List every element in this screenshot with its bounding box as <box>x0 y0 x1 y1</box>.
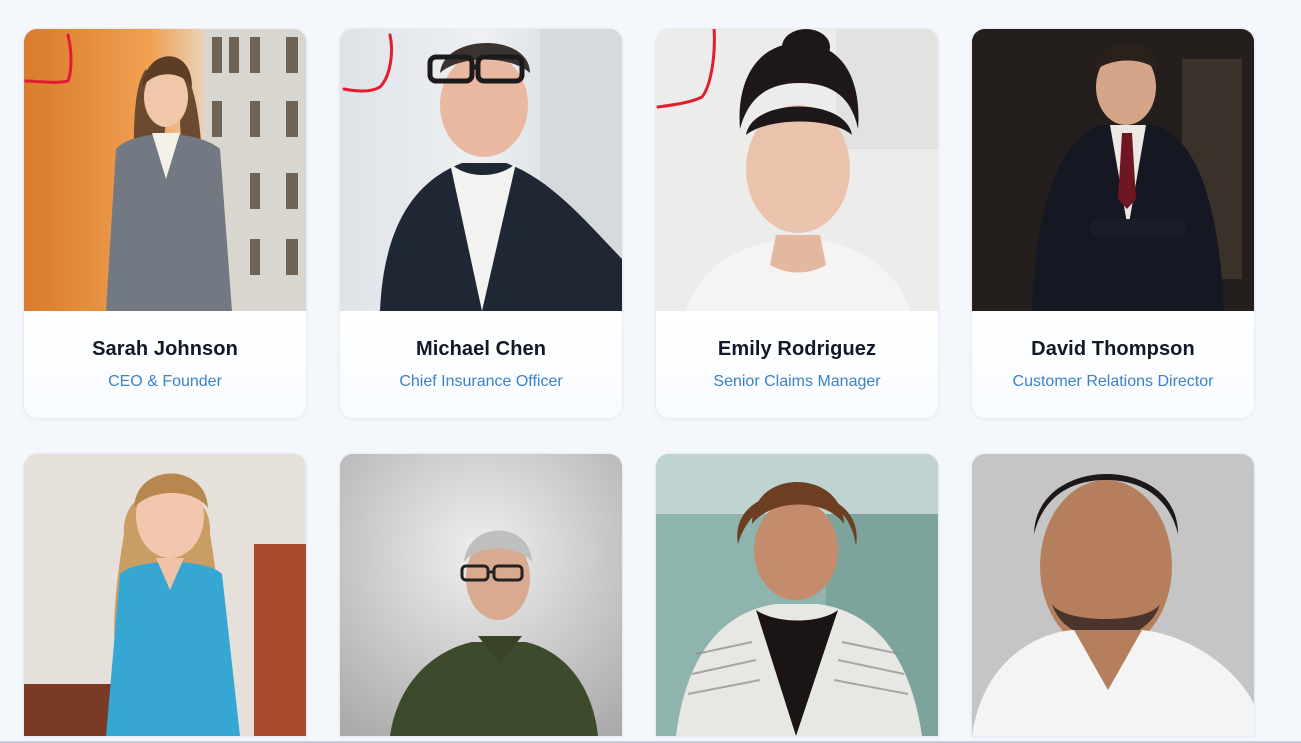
member-name: Sarah Johnson <box>92 338 238 360</box>
team-card-6[interactable] <box>339 453 623 737</box>
portrait-team-member-6 <box>340 454 622 736</box>
member-role: Senior Claims Manager <box>713 373 881 390</box>
member-info: Sarah Johnson CEO & Founder <box>24 311 306 418</box>
team-card-david-thompson[interactable]: David Thompson Customer Relations Direct… <box>971 28 1255 419</box>
portrait-team-member-8 <box>972 454 1254 736</box>
member-info: Michael Chen Chief Insurance Officer <box>340 311 622 418</box>
portrait-team-member-7 <box>656 454 938 736</box>
annotation-mark <box>24 33 73 84</box>
member-photo <box>340 29 622 311</box>
team-card-7[interactable] <box>655 453 939 737</box>
member-photo <box>340 454 622 736</box>
member-name: David Thompson <box>1031 338 1195 360</box>
member-photo <box>972 454 1254 736</box>
member-photo <box>656 29 938 311</box>
team-card-emily-rodriguez[interactable]: Emily Rodriguez Senior Claims Manager <box>655 28 939 419</box>
member-photo <box>24 29 306 311</box>
member-info: David Thompson Customer Relations Direct… <box>972 311 1254 418</box>
member-photo <box>24 454 306 736</box>
team-card-8[interactable] <box>971 453 1255 737</box>
member-role: CEO & Founder <box>108 373 222 390</box>
member-info: Emily Rodriguez Senior Claims Manager <box>656 311 938 418</box>
portrait-team-member-5 <box>24 454 306 736</box>
annotation-mark <box>656 29 716 109</box>
member-role: Customer Relations Director <box>1012 373 1214 390</box>
member-name: Michael Chen <box>415 338 547 360</box>
member-photo <box>656 454 938 736</box>
team-grid: Sarah Johnson CEO & Founder Michael Chen… <box>23 28 1255 737</box>
member-role: Chief Insurance Officer <box>399 373 563 390</box>
member-name: Emily Rodriguez <box>717 338 877 360</box>
team-card-michael-chen[interactable]: Michael Chen Chief Insurance Officer <box>339 28 623 419</box>
portrait-david-thompson <box>972 29 1254 311</box>
member-photo <box>972 29 1254 311</box>
annotation-mark <box>342 33 394 93</box>
team-card-5[interactable] <box>23 453 307 737</box>
team-card-sarah-johnson[interactable]: Sarah Johnson CEO & Founder <box>23 28 307 419</box>
